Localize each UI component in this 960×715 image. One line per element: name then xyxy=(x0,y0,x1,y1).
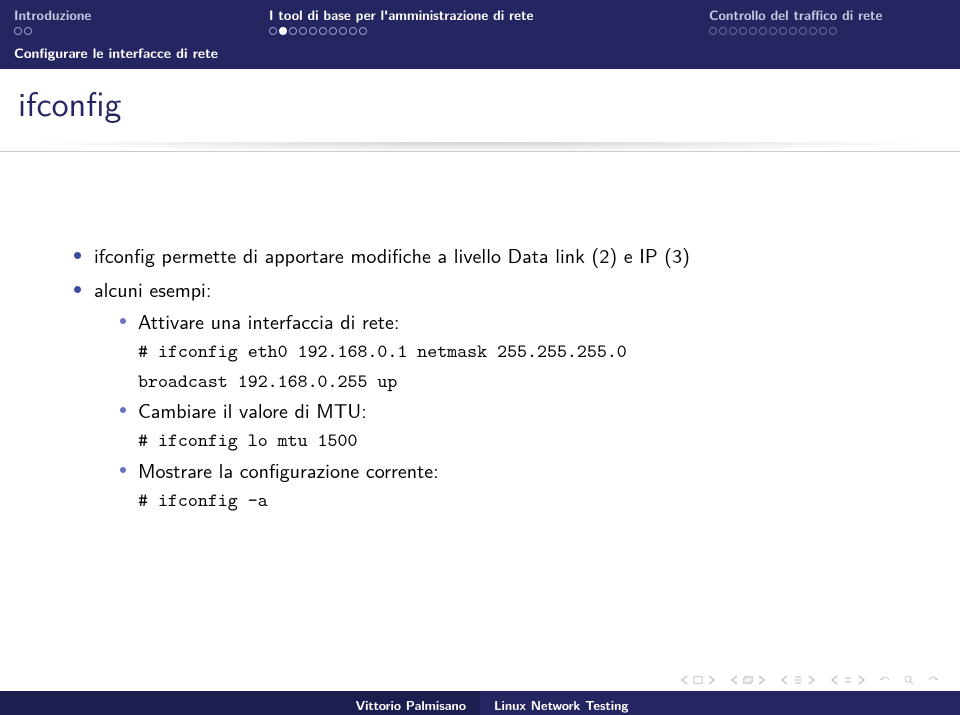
command-text: # ifconfig -a xyxy=(138,488,268,513)
command-text: broadcast 192.168.0.255 up xyxy=(138,369,397,394)
sub-bullet-item: Attivare una interfaccia di rete: # ifco… xyxy=(118,308,890,395)
nav-section-3[interactable]: Controllo del traffico di rete xyxy=(709,6,882,25)
nav-section-2[interactable]: I tool di base per l'amministrazione di … xyxy=(269,6,533,25)
sub-bullet-item: Mostrare la configurazione corrente: # i… xyxy=(118,457,890,515)
nav-subsection-back-forward[interactable] xyxy=(780,675,816,685)
footer-title: Linux Network Testing xyxy=(480,691,960,715)
example-label: Mostrare la configurazione corrente: xyxy=(138,456,439,485)
nav-section-1[interactable]: Introduzione xyxy=(14,6,91,25)
nav-frame-back-forward[interactable] xyxy=(730,675,766,685)
nav-section-back-forward[interactable] xyxy=(830,675,866,685)
sub-bullet-item: Cambiare il valore di MTU: # ifconfig lo… xyxy=(118,397,890,455)
slide-content: ifconfig permette di apportare modifiche… xyxy=(0,152,960,514)
bullet-text: alcuni esempi: xyxy=(94,275,211,304)
nav-search-icon[interactable] xyxy=(904,675,914,685)
slide-footer: Vittorio Palmisano Linux Network Testing xyxy=(0,691,960,715)
command-text: # ifconfig lo mtu 1500 xyxy=(138,428,357,453)
slide-header: Introduzione I tool di base per l'ammini… xyxy=(0,0,960,69)
nav-slide-back-forward[interactable] xyxy=(680,675,716,685)
title-area: ifconfig xyxy=(0,69,960,152)
example-label: Cambiare il valore di MTU: xyxy=(138,396,367,425)
section-nav: Introduzione I tool di base per l'ammini… xyxy=(0,0,960,25)
beamer-nav-icons xyxy=(680,675,938,685)
bullet-item: ifconfig permette di apportare modifiche… xyxy=(70,242,890,270)
example-label: Attivare una interfaccia di rete: xyxy=(138,307,399,336)
nav-goto-back[interactable] xyxy=(880,675,890,685)
progress-dots xyxy=(0,25,960,39)
bullet-item: alcuni esempi: Attivare una interfaccia … xyxy=(70,276,890,514)
subsection-label: Configurare le interfacce di rete xyxy=(0,39,960,69)
slide-title: ifconfig xyxy=(18,77,942,127)
command-text: # ifconfig eth0 192.168.0.1 netmask 255.… xyxy=(138,339,627,364)
nav-goto-forward[interactable] xyxy=(928,675,938,685)
footer-author: Vittorio Palmisano xyxy=(0,691,480,715)
